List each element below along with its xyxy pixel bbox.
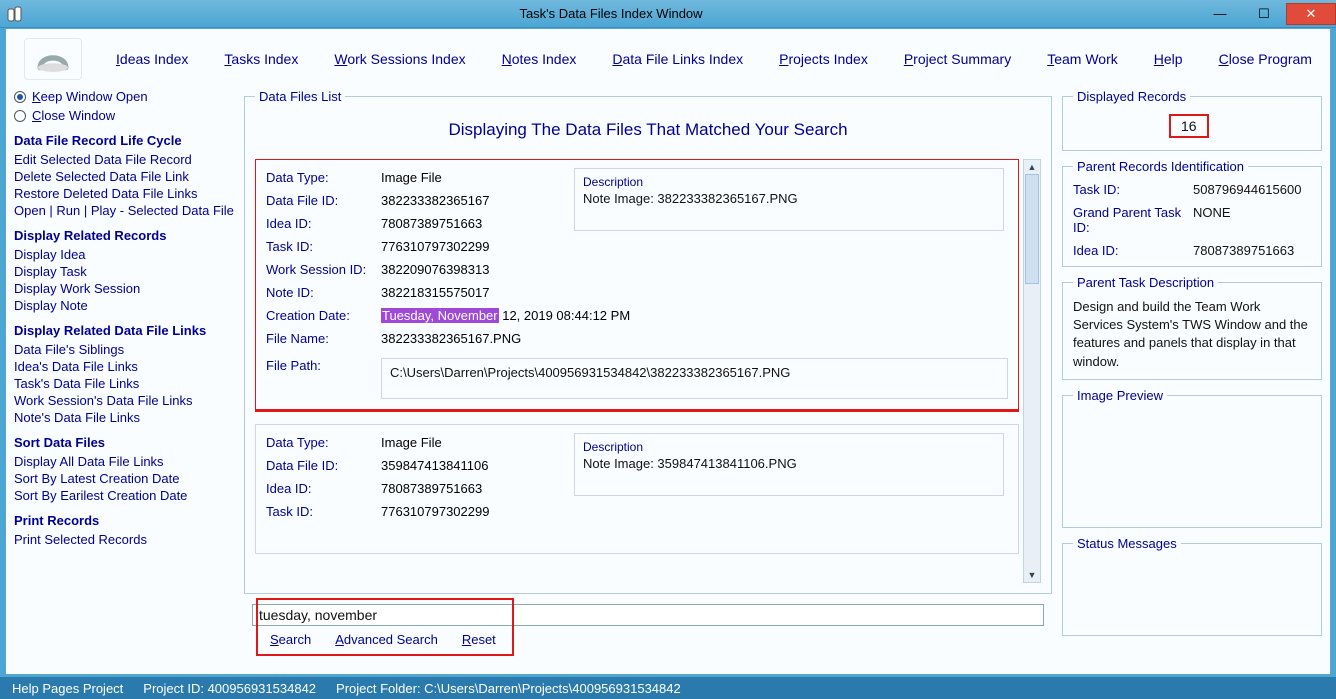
sidebar-item[interactable]: Open | Run | Play - Selected Data File [14, 203, 234, 218]
sidebar-item[interactable]: Note's Data File Links [14, 410, 234, 425]
label-task-id: Task ID: [266, 239, 381, 254]
sidebar-item[interactable]: Sort By Latest Creation Date [14, 471, 234, 486]
close-button[interactable]: ✕ [1286, 3, 1336, 25]
search-button[interactable]: Search [270, 632, 311, 647]
search-input[interactable] [252, 604, 1044, 626]
data-file-record[interactable]: Data Type: Image File Data File ID: 3598… [255, 424, 1019, 554]
value-note-id: 382218315575017 [381, 285, 1008, 300]
sidebar-item[interactable]: Task's Data File Links [14, 376, 234, 391]
app-icon [6, 5, 24, 23]
sidebar-group-heading: Print Records [14, 513, 234, 528]
minimize-button[interactable]: — [1198, 3, 1242, 25]
value-ws-id: 382209076398313 [381, 262, 1008, 277]
value-file-path: C:\Users\Darren\Projects\400956931534842… [381, 358, 1008, 399]
radio-close-window[interactable]: Close Window [14, 108, 234, 123]
sidebar-item[interactable]: Display Task [14, 264, 234, 279]
maximize-button[interactable]: ☐ [1242, 3, 1286, 25]
scroll-down-icon[interactable]: ▼ [1024, 568, 1040, 582]
sidebar-item[interactable]: Display All Data File Links [14, 454, 234, 469]
status-project-id: Project ID: 400956931534842 [143, 681, 316, 696]
parent-task-description-group: Parent Task Description Design and build… [1062, 275, 1322, 380]
sidebar-item[interactable]: Display Note [14, 298, 234, 313]
list-heading: Displaying The Data Files That Matched Y… [255, 120, 1041, 140]
scrollbar[interactable]: ▲ ▼ [1023, 159, 1041, 583]
menu-item[interactable]: Ideas Index [116, 51, 188, 67]
scroll-thumb[interactable] [1025, 174, 1039, 284]
status-help[interactable]: Help Pages Project [12, 681, 123, 696]
sidebar-item[interactable]: Delete Selected Data File Link [14, 169, 234, 184]
description-box: Description Note Image: 382233382365167.… [574, 168, 1004, 231]
advanced-search-button[interactable]: Advanced Search [335, 632, 438, 647]
value-task-id: 776310797302299 [381, 239, 1008, 254]
menubar: Ideas Index Tasks Index Work Sessions Inde… [6, 29, 1330, 89]
data-files-list-legend: Data Files List [255, 89, 345, 104]
data-file-record[interactable]: Data Type: Image File Data File ID: 3822… [255, 159, 1019, 410]
sidebar-item[interactable]: Sort By Earilest Creation Date [14, 488, 234, 503]
sidebar-item[interactable]: Display Idea [14, 247, 234, 262]
label-creation-date: Creation Date: [266, 308, 381, 323]
menu-item[interactable]: Project Summary [904, 51, 1011, 67]
search-bar: Search Advanced Search Reset [244, 604, 1052, 664]
scroll-up-icon[interactable]: ▲ [1024, 160, 1040, 174]
value-file-name: 382233382365167.PNG [381, 331, 1008, 346]
sidebar-item[interactable]: Restore Deleted Data File Links [14, 186, 234, 201]
menu-item[interactable]: Data File Links Index [612, 51, 743, 67]
label-data-type: Data Type: [266, 170, 381, 185]
records-viewport: Data Type: Image File Data File ID: 3822… [255, 159, 1041, 583]
displayed-records-group: Displayed Records 16 [1062, 89, 1322, 151]
sidebar-item[interactable]: Display Work Session [14, 281, 234, 296]
menu-item[interactable]: Tasks Index [224, 51, 298, 67]
label-description: Description [583, 175, 995, 189]
status-messages-group: Status Messages [1062, 536, 1322, 636]
label-data-file-id: Data File ID: [266, 193, 381, 208]
sidebar-group-heading: Sort Data Files [14, 435, 234, 450]
parent-records-group: Parent Records Identification Task ID:50… [1062, 159, 1322, 267]
parent-task-description-text: Design and build the Team Work Services … [1073, 298, 1311, 371]
sidebar-group-heading: Display Related Records [14, 228, 234, 243]
description-box: Description Note Image: 359847413841106.… [574, 433, 1004, 496]
window-titlebar: Task's Data Files Index Window — ☐ ✕ [0, 0, 1336, 28]
sidebar-group-heading: Data File Record Life Cycle [14, 133, 234, 148]
label-ws-id: Work Session ID: [266, 262, 381, 277]
sidebar: Keep Window Open Close Window Data File … [14, 89, 234, 664]
sidebar-item[interactable]: Print Selected Records [14, 532, 234, 547]
sidebar-item[interactable]: Edit Selected Data File Record [14, 152, 234, 167]
label-file-path: File Path: [266, 358, 381, 399]
sidebar-item[interactable]: Work Session's Data File Links [14, 393, 234, 408]
menu-item[interactable]: Team Work [1047, 51, 1118, 67]
data-files-list-group: Data Files List Displaying The Data File… [244, 89, 1052, 594]
sidebar-item[interactable]: Data File's Siblings [14, 342, 234, 357]
value-description: Note Image: 382233382365167.PNG [583, 191, 995, 206]
right-panel: Displayed Records 16 Parent Records Iden… [1062, 89, 1322, 664]
status-project-folder: Project Folder: C:\Users\Darren\Projects… [336, 681, 681, 696]
reset-button[interactable]: Reset [462, 632, 496, 647]
status-bar: Help Pages Project Project ID: 400956931… [0, 677, 1336, 699]
label-note-id: Note ID: [266, 285, 381, 300]
window-title: Task's Data Files Index Window [24, 6, 1198, 21]
label-file-name: File Name: [266, 331, 381, 346]
center-panel: Data Files List Displaying The Data File… [244, 89, 1052, 664]
sidebar-item[interactable]: Idea's Data File Links [14, 359, 234, 374]
sidebar-group-heading: Display Related Data File Links [14, 323, 234, 338]
menu-item[interactable]: Help [1154, 51, 1183, 67]
label-idea-id: Idea ID: [266, 216, 381, 231]
image-preview-group: Image Preview [1062, 388, 1322, 528]
radio-keep-window-open[interactable]: Keep Window Open [14, 89, 234, 104]
app-logo-icon [24, 38, 82, 80]
menu-item[interactable]: Close Program [1219, 51, 1312, 67]
displayed-records-value: 16 [1169, 114, 1209, 138]
menu-item[interactable]: Work Sessions Index [334, 51, 465, 67]
menu-item[interactable]: Projects Index [779, 51, 868, 67]
value-creation-date: Tuesday, November 12, 2019 08:44:12 PM [381, 308, 1008, 323]
menu-item[interactable]: Notes Index [502, 51, 577, 67]
window-body: Ideas Index Tasks Index Work Sessions Inde… [5, 28, 1331, 675]
